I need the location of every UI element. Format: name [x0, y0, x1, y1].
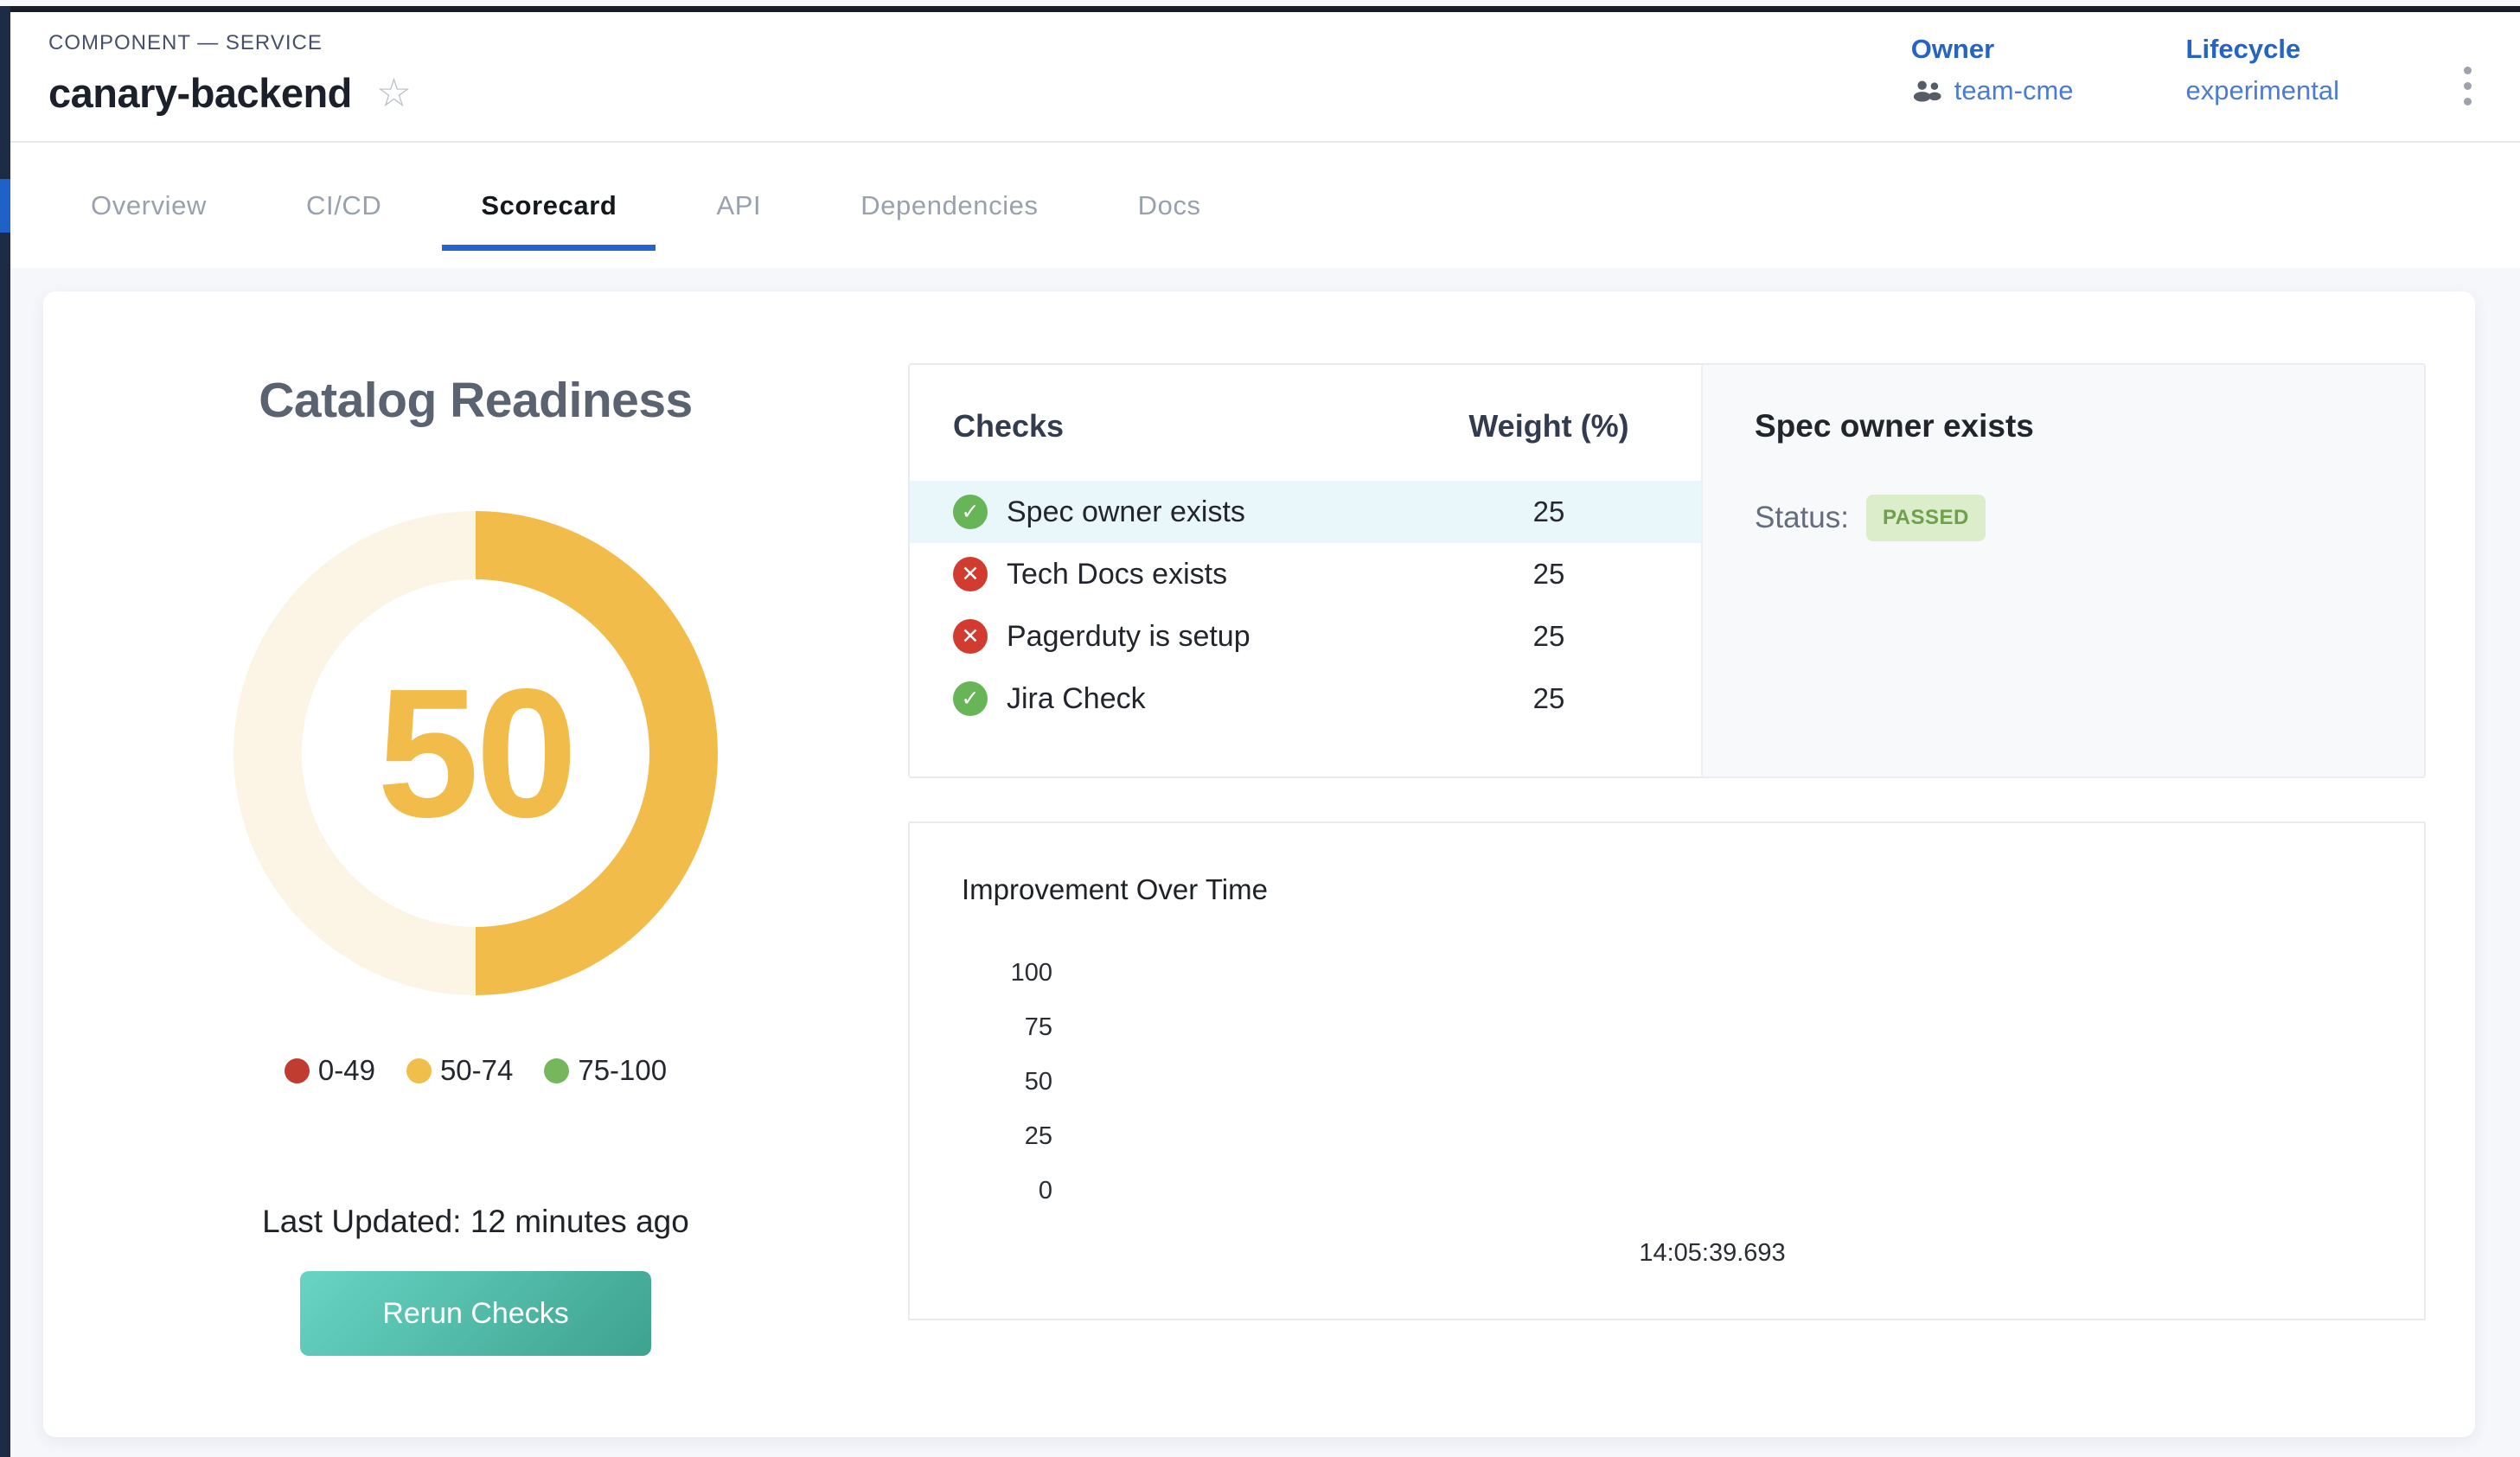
rerun-checks-button[interactable]: Rerun Checks: [300, 1271, 651, 1356]
check-weight: 25: [1445, 682, 1653, 715]
entity-heading-block: COMPONENT — SERVICE canary-backend ☆: [48, 31, 412, 117]
group-icon: [1911, 80, 1944, 102]
chart-title: Improvement Over Time: [962, 873, 2372, 906]
score-value: 50: [377, 648, 574, 859]
tab-overview[interactable]: Overview: [52, 143, 246, 268]
legend-item-mid: 50-74: [406, 1054, 513, 1087]
check-weight: 25: [1445, 495, 1653, 528]
owner-label: Owner: [1911, 34, 2074, 65]
lifecycle-value: experimental: [2186, 75, 2339, 106]
check-passed-icon: ✓: [953, 495, 988, 529]
check-weight: 25: [1445, 620, 1653, 653]
check-name: Jira Check: [1007, 682, 1146, 716]
owner-block: Owner team-cme: [1911, 34, 2074, 106]
kebab-menu-icon[interactable]: [2452, 58, 2484, 114]
y-tick: 0: [962, 1164, 1052, 1218]
window-top-border: [0, 6, 2520, 12]
checks-table: Checks Weight (%) ✓ Spec owner exists 25…: [910, 365, 1701, 776]
y-tick: 50: [962, 1055, 1052, 1109]
checks-section: Checks Weight (%) ✓ Spec owner exists 25…: [908, 291, 2475, 1437]
check-detail-panel: Spec owner exists Status: PASSED: [1701, 365, 2424, 776]
tab-docs[interactable]: Docs: [1099, 143, 1240, 268]
legend-item-low: 0-49: [285, 1054, 375, 1087]
check-name: Spec owner exists: [1007, 495, 1245, 529]
sidebar-active-indicator: [0, 179, 10, 233]
y-tick: 75: [962, 1000, 1052, 1055]
legend-dot-green: [544, 1058, 569, 1083]
gauge-legend: 0-49 50-74 75-100: [285, 1054, 667, 1087]
improvement-chart-panel: Improvement Over Time 100 75 50 25 0 14:…: [908, 821, 2426, 1320]
entity-tabs: Overview CI/CD Scorecard API Dependencie…: [10, 143, 2520, 268]
tab-scorecard[interactable]: Scorecard: [442, 143, 656, 268]
status-badge: PASSED: [1866, 495, 1986, 541]
check-name: Tech Docs exists: [1007, 558, 1227, 591]
score-donut-gauge: 50: [233, 511, 718, 995]
checks-panel: Checks Weight (%) ✓ Spec owner exists 25…: [908, 363, 2426, 778]
legend-item-high: 75-100: [544, 1054, 667, 1087]
y-tick: 25: [962, 1109, 1052, 1164]
collapsed-sidebar-rail: [0, 6, 10, 1457]
gauge-title: Catalog Readiness: [259, 372, 693, 429]
scorecard-card: Catalog Readiness 50 0-49 50-74 75-100 L…: [43, 291, 2475, 1437]
tab-api[interactable]: API: [677, 143, 800, 268]
entity-kind-label: COMPONENT — SERVICE: [48, 31, 412, 55]
last-updated-text: Last Updated: 12 minutes ago: [262, 1204, 689, 1240]
tab-cicd[interactable]: CI/CD: [267, 143, 420, 268]
lifecycle-label: Lifecycle: [2186, 34, 2339, 65]
table-row[interactable]: ✕ Tech Docs exists 25: [910, 543, 1701, 605]
check-name: Pagerduty is setup: [1007, 620, 1250, 654]
check-failed-icon: ✕: [953, 557, 988, 591]
owner-link[interactable]: team-cme: [1954, 75, 2074, 106]
lifecycle-block: Lifecycle experimental: [2186, 34, 2339, 106]
legend-dot-red: [285, 1058, 310, 1083]
page-title: canary-backend: [48, 69, 352, 117]
checks-column-header: Checks: [953, 408, 1445, 444]
check-weight: 25: [1445, 558, 1653, 591]
legend-dot-amber: [406, 1058, 432, 1083]
chart-x-tick: 14:05:39.693: [1052, 1239, 2372, 1268]
check-detail-title: Spec owner exists: [1755, 408, 2372, 444]
gauge-section: Catalog Readiness 50 0-49 50-74 75-100 L…: [43, 291, 908, 1437]
table-row[interactable]: ✓ Spec owner exists 25: [910, 481, 1701, 543]
tab-dependencies[interactable]: Dependencies: [822, 143, 1077, 268]
table-row[interactable]: ✕ Pagerduty is setup 25: [910, 605, 1701, 668]
favorite-star-icon[interactable]: ☆: [376, 73, 412, 112]
y-tick: 100: [962, 946, 1052, 1000]
chart-plot-area: [1052, 946, 2372, 1218]
status-label: Status:: [1755, 501, 1849, 535]
checks-table-header: Checks Weight (%): [910, 408, 1701, 444]
entity-header: COMPONENT — SERVICE canary-backend ☆ Own…: [10, 6, 2520, 143]
check-passed-icon: ✓: [953, 681, 988, 716]
chart-y-axis: 100 75 50 25 0: [962, 946, 1052, 1218]
table-row[interactable]: ✓ Jira Check 25: [910, 668, 1701, 730]
check-failed-icon: ✕: [953, 619, 988, 654]
weight-column-header: Weight (%): [1445, 408, 1653, 444]
